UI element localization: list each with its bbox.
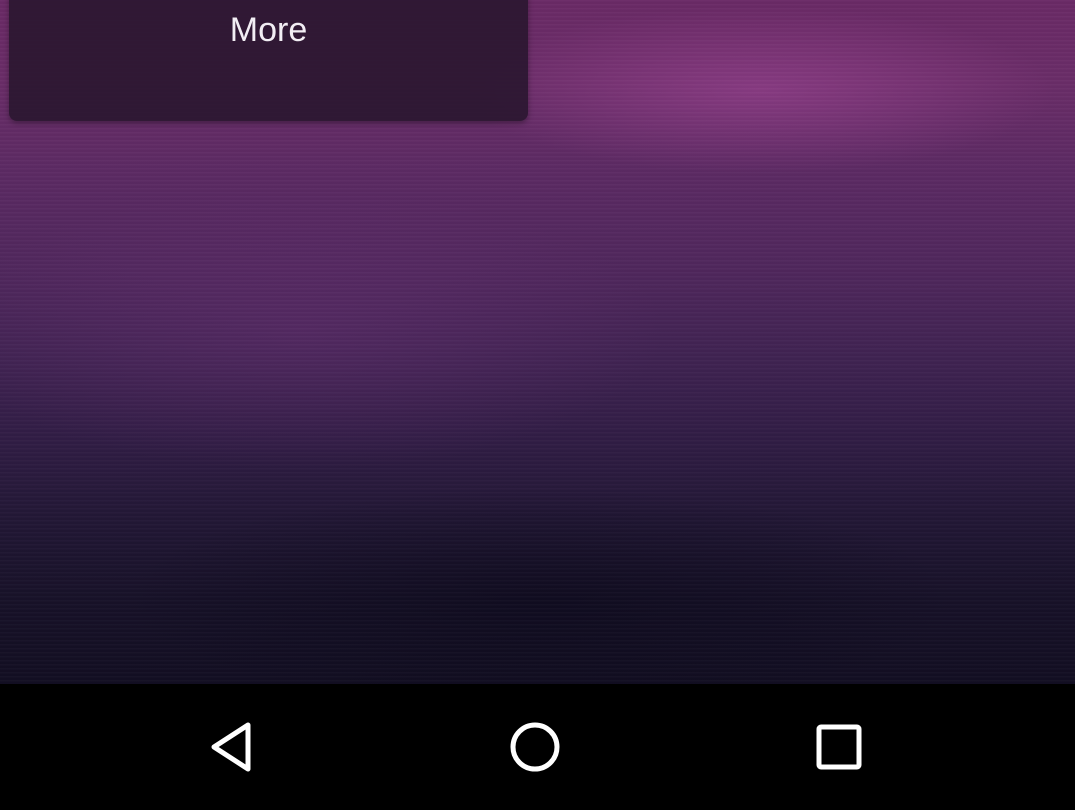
recents-button[interactable] bbox=[769, 684, 909, 810]
home-button[interactable] bbox=[465, 684, 605, 810]
back-button[interactable] bbox=[162, 684, 302, 810]
recents-square-icon bbox=[816, 724, 862, 770]
home-circle-icon bbox=[510, 722, 560, 772]
back-triangle-icon bbox=[211, 722, 251, 772]
navigation-bar bbox=[0, 684, 1075, 810]
more-menu-panel[interactable]: More bbox=[9, 0, 528, 121]
more-menu-item[interactable]: More bbox=[9, 8, 528, 52]
screen: More bbox=[0, 0, 1075, 810]
